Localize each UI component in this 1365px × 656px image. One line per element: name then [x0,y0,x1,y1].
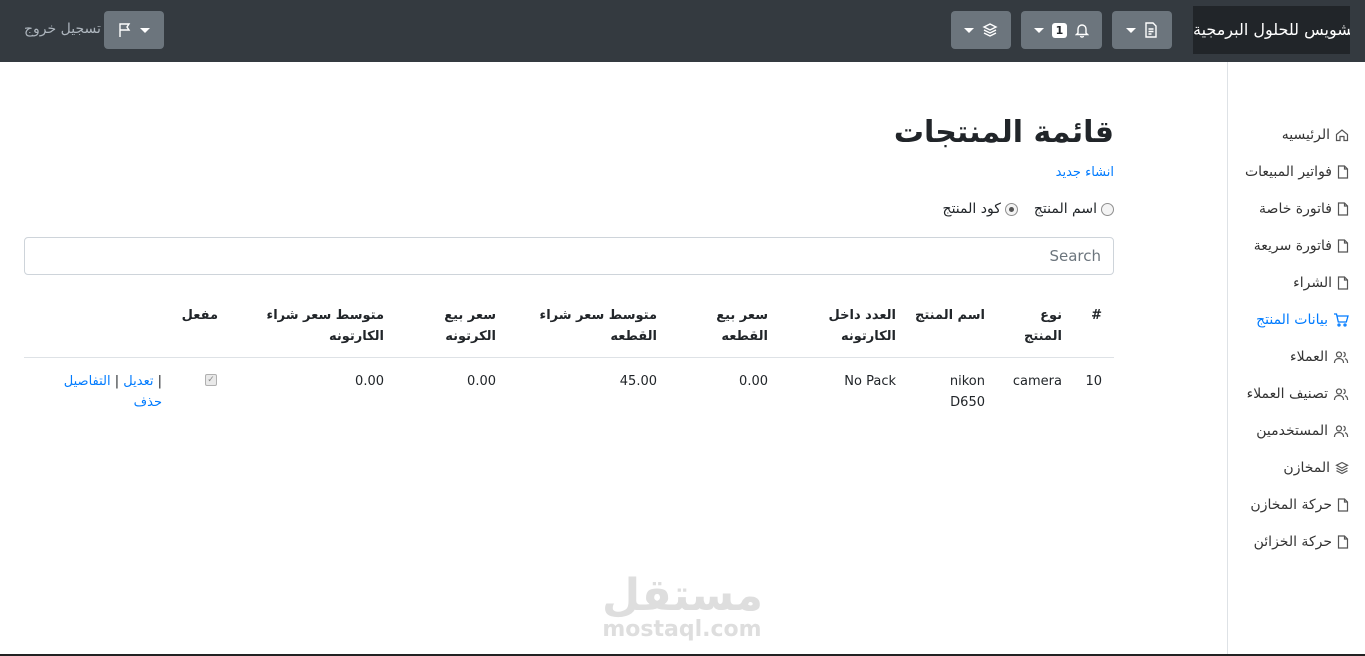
radio-button[interactable] [1101,202,1114,216]
sidebar-item-label: الرئيسيه [1281,127,1330,143]
sidebar-item-customers[interactable]: العملاء [1290,345,1349,369]
search-by-radio-group: اسم المنتج كود المنتج [943,201,1114,217]
documents-dropdown-button[interactable] [1112,11,1172,49]
row-actions: تعديل | التفاصيل | حذف [52,371,162,413]
notifications-badge: 1 [1051,22,1068,38]
column-header-active: مفعل [181,308,218,323]
file-icon [1337,165,1349,179]
chevron-down-icon [140,27,150,33]
column-header-pieces-per-carton: العدد داخل الكارتونه [828,308,896,344]
sidebar-item-label: تصنيف العملاء [1246,386,1328,402]
active-checkbox: ✓ [205,374,217,386]
file-icon [1337,498,1349,512]
radio-product-name[interactable]: اسم المنتج [1034,201,1114,217]
cell-pieces-per-carton: No Pack [844,374,896,389]
sidebar-item-special-invoice[interactable]: فاتورة خاصة [1259,197,1349,221]
sidebar-item-label: فواتير المبيعات [1244,164,1332,180]
sidebar-item-label: المخازن [1283,460,1330,476]
file-text-icon [1145,22,1157,38]
edit-link[interactable]: تعديل [123,374,153,389]
sidebar-item-label: الشراء [1293,275,1332,291]
search-input[interactable] [24,237,1114,275]
notifications-dropdown-button[interactable]: 1 [1021,11,1102,49]
brand-name[interactable]: تشويس للحلول البرمجية [1193,6,1350,54]
home-icon [1335,129,1349,142]
cell-avg-carton-buy-price: 0.00 [355,374,384,389]
sidebar-item-label: المستخدمين [1256,423,1328,439]
table-header-divider [24,357,1114,358]
sidebar-item-customer-categories[interactable]: تصنيف العملاء [1247,382,1349,406]
sidebar-item-label: حركة الخزائن [1253,534,1332,550]
watermark-logo: مستقل [602,569,763,621]
shopping-cart-icon [1334,313,1349,327]
users-icon [1333,388,1349,401]
flag-icon [119,23,131,37]
page-title: قائمة المنتجات [893,115,1114,150]
users-icon [1333,351,1349,364]
sidebar-item-product-data[interactable]: بيانات المنتج [1256,308,1349,332]
sidebar-item-label: بيانات المنتج [1256,312,1328,328]
radio-label: اسم المنتج [1033,201,1097,217]
file-icon [1337,276,1349,290]
file-icon [1337,202,1349,216]
sidebar-item-home[interactable]: الرئيسيه [1282,123,1349,147]
column-header-avg-piece-buy-price: متوسط سعر شراء القطعه [539,308,657,344]
cell-carton-sell-price: 0.00 [467,374,496,389]
top-navbar: تشويس للحلول البرمجية 1 تسجيل خروج [0,0,1365,62]
cell-id: 10 [1085,374,1102,389]
details-link[interactable]: التفاصيل [64,374,111,389]
sidebar-item-purchases[interactable]: الشراء [1293,271,1349,295]
radio-label: كود المنتج [942,201,1001,217]
column-header-product-type: نوع المنتج [1023,308,1062,344]
watermark-text: mostaql.com [602,617,762,642]
sidebar-item-quick-invoice[interactable]: فاتورة سريعة [1254,234,1349,258]
layers-icon [1335,461,1349,475]
file-icon [1337,535,1349,549]
cell-avg-piece-buy-price: 45.00 [619,374,657,389]
chevron-down-icon [1126,27,1136,33]
sidebar-item-warehouse-movements[interactable]: حركة المخازن [1250,493,1349,517]
create-new-link[interactable]: انشاء جديد [1056,165,1114,180]
sidebar-item-users[interactable]: المستخدمين [1256,419,1349,443]
action-separator: | [114,374,120,389]
chevron-down-icon [1033,27,1044,33]
sidebar-item-treasury-movements[interactable]: حركة الخزائن [1254,530,1349,554]
sidebar-item-label: فاتورة خاصة [1259,201,1332,217]
sidebar-item-label: فاتورة سريعة [1253,238,1332,254]
users-icon [1333,425,1349,438]
sidebar-item-label: العملاء [1290,349,1328,365]
logout-link[interactable]: تسجيل خروج [24,21,101,37]
column-header-carton-sell-price: سعر بيع الكرتونه [444,308,496,344]
column-header-product-name: اسم المنتج [915,308,985,323]
column-header-avg-carton-buy-price: متوسط سعر شراء الكارتونه [266,308,384,344]
sidebar-item-label: حركة المخازن [1250,497,1332,513]
sidebar-item-sales-invoices[interactable]: فواتير المبيعات [1245,160,1349,184]
file-icon [1337,239,1349,253]
chevron-down-icon [964,27,974,33]
column-header-piece-sell-price: سعر بيع القطعه [716,308,768,344]
cell-piece-sell-price: 0.00 [739,374,768,389]
column-header-id: # [1091,308,1102,323]
bell-icon [1075,24,1090,38]
flag-dropdown-button[interactable] [104,11,164,49]
radio-button-selected[interactable] [1004,202,1018,216]
sidebar-item-warehouses[interactable]: المخازن [1283,456,1349,480]
cell-product-name: nikon D650 [949,374,985,410]
cell-product-type: camera [1012,374,1062,389]
action-separator: | [157,374,162,389]
layers-icon [982,23,998,37]
delete-link[interactable]: حذف [134,395,162,410]
layers-dropdown-button[interactable] [951,11,1011,49]
radio-product-code[interactable]: كود المنتج [943,201,1018,217]
sidebar: الرئيسيه فواتير المبيعات فاتورة خاصة فات… [1227,62,1365,656]
